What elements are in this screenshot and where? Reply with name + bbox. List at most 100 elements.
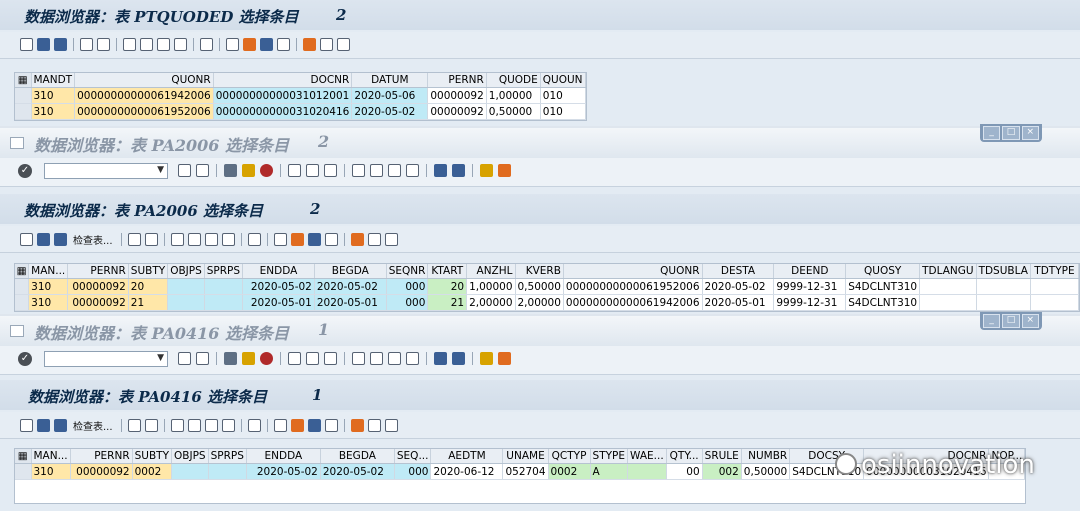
excel-icon[interactable] [307,419,321,432]
cell[interactable]: 0,50000 [741,463,791,480]
cell[interactable]: 00000000000031012001 [213,87,353,104]
cell[interactable]: 20 [128,278,169,295]
minimize-icon[interactable]: _ [983,314,1001,328]
cell[interactable]: 00000092 [67,294,129,311]
cell[interactable]: 2020-05-01 [242,294,315,311]
cell[interactable]: 0,50000 [515,278,564,295]
cell[interactable]: A [590,463,629,480]
column-header[interactable]: PERNR [427,73,487,88]
cell[interactable]: 21 [427,294,468,311]
save-icon[interactable] [54,419,67,432]
column-header[interactable]: MAN... [31,449,71,464]
column-header[interactable]: DOCNR [213,73,353,88]
column-header[interactable]: MAN... [28,264,69,279]
cell[interactable]: 0,50000 [486,103,541,120]
cell[interactable]: 2020-05-02 [320,463,395,480]
columns-icon[interactable] [367,419,381,432]
cell[interactable]: 2020-05-02 [702,278,775,295]
cell[interactable]: 9999-12-31 [773,294,847,311]
column-header[interactable]: QTY... [666,449,703,464]
column-header[interactable]: STYPE [590,449,629,464]
column-header[interactable]: OBJPS [167,264,205,279]
cell[interactable]: 000 [394,463,432,480]
check-table-button[interactable]: 检查表... [73,232,113,247]
export-icon[interactable] [273,419,287,432]
rows-icon[interactable] [384,419,398,432]
column-header[interactable]: ANZHL [466,264,516,279]
find-next-icon[interactable] [324,164,337,177]
cell[interactable]: 2020-05-02 [246,463,321,480]
details-icon[interactable] [127,233,141,246]
maximize-icon[interactable]: □ [1002,126,1020,140]
column-header[interactable]: SUBTY [132,449,173,464]
cell[interactable] [976,278,1031,295]
print-icon[interactable] [288,164,301,177]
row-selector[interactable] [15,103,32,120]
cell[interactable] [204,278,244,295]
select-all-icon[interactable]: ▦ [15,449,32,464]
row-selector[interactable] [15,87,32,104]
chevron-down-icon[interactable]: ▼ [157,165,164,175]
command-field[interactable]: ▼ [44,163,168,179]
cell[interactable]: 2,00000 [466,294,516,311]
cell[interactable]: 00 [666,463,703,480]
grid-icon[interactable] [350,233,364,246]
cell[interactable]: 310 [28,294,69,311]
glasses-icon[interactable] [20,38,33,51]
window-titlebar[interactable]: 数据浏览器：表 PA2006 选择条目 2 _ □ × [0,124,1080,159]
column-header[interactable]: SUBTY [128,264,169,279]
settings-icon[interactable] [324,233,338,246]
layout-icon[interactable] [290,233,304,246]
close-icon[interactable]: × [1021,314,1039,328]
column-header[interactable]: TDSUBLA [976,264,1031,279]
column-header[interactable]: BEGDA [314,264,387,279]
cell[interactable]: 002 [702,463,742,480]
sum-icon[interactable] [221,419,235,432]
print-icon[interactable] [170,233,184,246]
table-row[interactable]: 310 00000000000061942006 000000000000310… [15,87,586,104]
column-header[interactable]: WAE... [627,449,667,464]
back-icon[interactable] [178,352,191,365]
sum-icon[interactable] [221,233,235,246]
exit-icon[interactable] [242,352,255,365]
cell[interactable] [1030,278,1080,295]
details-icon[interactable] [80,38,93,51]
filter-set-icon[interactable] [157,38,170,51]
row-selector[interactable] [15,463,32,480]
cancel-icon[interactable] [260,164,273,177]
cell[interactable]: 010 [540,87,586,104]
filter-icon[interactable] [187,233,201,246]
column-header[interactable]: BEGDA [320,449,395,464]
cell[interactable]: 1,00000 [466,278,516,295]
column-header[interactable]: OBJPS [171,449,209,464]
filter-set-icon[interactable] [204,233,218,246]
grid-icon[interactable] [303,38,316,51]
column-header[interactable]: KTART [427,264,468,279]
column-header[interactable]: DATUM [351,73,429,88]
last-page-icon[interactable] [406,164,419,177]
find-icon[interactable] [306,164,319,177]
cell[interactable]: 2020-05-02 [242,278,315,295]
cell[interactable] [1030,294,1080,311]
column-header[interactable]: PERNR [67,264,129,279]
refresh-icon[interactable] [37,419,50,432]
new-session-icon[interactable] [434,164,447,177]
cell[interactable]: 00000000000061952006 [74,103,214,120]
help-icon[interactable] [480,164,493,177]
excel-icon[interactable] [260,38,273,51]
next-page-icon[interactable] [388,164,401,177]
prev-page-icon[interactable] [370,352,383,365]
print-icon[interactable] [123,38,136,51]
prev-page-icon[interactable] [370,164,383,177]
settings-icon[interactable] [277,38,290,51]
cell[interactable] [976,294,1031,311]
cell[interactable] [167,294,205,311]
filter-icon[interactable] [140,38,153,51]
check-icon[interactable]: ✓ [18,164,32,178]
refresh-icon[interactable] [37,38,50,51]
column-header[interactable]: TDTYPE [1030,264,1080,279]
column-header[interactable]: QUOSY [845,264,921,279]
row-selector[interactable] [15,278,30,295]
column-header[interactable]: SPRPS [208,449,247,464]
column-header[interactable]: AEDTM [430,449,504,464]
